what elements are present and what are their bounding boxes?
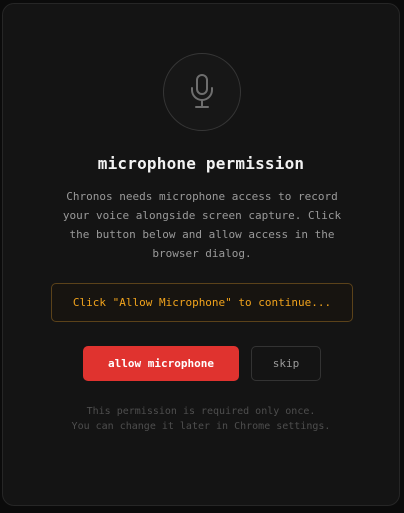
allow-microphone-button[interactable]: allow microphone [83,346,239,381]
instruction-notice: Click "Allow Microphone" to continue... [51,283,353,322]
dialog-title: microphone permission [97,154,305,173]
footnote-line-2: You can change it later in Chrome settin… [71,421,331,432]
microphone-icon-circle [163,53,241,131]
permission-footnote: This permission is required only once. Y… [3,404,399,434]
dialog-description: Chronos needs microphone access to recor… [62,190,342,260]
permission-card: microphone permission Chronos needs micr… [2,3,400,506]
microphone-icon [191,74,213,108]
instruction-notice-text: Click "Allow Microphone" to continue... [72,296,332,309]
skip-button[interactable]: skip [251,346,321,381]
footnote-line-1: This permission is required only once. [86,406,316,417]
